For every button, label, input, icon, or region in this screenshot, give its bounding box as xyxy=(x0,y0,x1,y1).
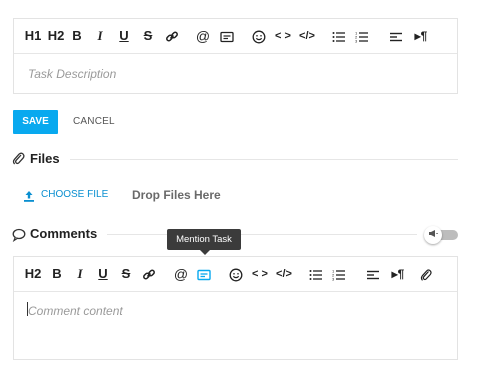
align-icon[interactable] xyxy=(365,257,381,291)
svg-text:3: 3 xyxy=(332,276,335,281)
attachment-icon[interactable] xyxy=(418,257,434,291)
bullet-list-icon[interactable] xyxy=(331,19,347,53)
paragraph-direction-icon[interactable]: ▸¶ xyxy=(388,257,408,291)
code-block-icon[interactable]: </> xyxy=(275,257,293,291)
cancel-button[interactable]: CANCEL xyxy=(73,116,115,127)
choose-file-button[interactable]: CHOOSE FILE xyxy=(41,189,108,200)
save-button[interactable]: SAVE xyxy=(13,110,58,134)
comments-title: Comments xyxy=(30,226,98,241)
strikethrough-button[interactable]: S xyxy=(119,257,133,291)
mention-task-icon[interactable] xyxy=(196,257,212,291)
mention-task-tooltip: Mention Task xyxy=(167,229,241,255)
text-caret xyxy=(27,302,28,316)
underline-button[interactable]: U xyxy=(96,257,110,291)
bullet-list-icon[interactable] xyxy=(308,257,324,291)
task-editor-toolbar: H1 H2 B I U S @ < > </> 123 ▸¶ xyxy=(14,19,457,54)
comment-placeholder[interactable]: Comment content xyxy=(28,304,123,318)
drop-files-area[interactable]: Drop Files Here xyxy=(132,188,221,202)
align-icon[interactable] xyxy=(388,19,404,53)
files-title: Files xyxy=(30,151,60,166)
comment-editor-toolbar: H2 B I U S @ < > </> 123 ▸¶ xyxy=(14,257,457,292)
code-inline-icon[interactable]: < > xyxy=(252,257,268,291)
heading2-button[interactable]: H2 xyxy=(47,19,65,53)
svg-text:3: 3 xyxy=(355,38,358,43)
link-icon[interactable] xyxy=(164,19,180,53)
bold-button[interactable]: B xyxy=(50,257,64,291)
comments-divider xyxy=(107,234,417,235)
emoji-icon[interactable] xyxy=(228,257,244,291)
paperclip-icon xyxy=(12,151,25,171)
task-description-editor: H1 H2 B I U S @ < > </> 123 ▸¶ Task Desc… xyxy=(13,18,458,94)
emoji-icon[interactable] xyxy=(251,19,267,53)
mention-icon[interactable]: @ xyxy=(173,257,189,291)
italic-button[interactable]: I xyxy=(73,257,87,291)
paragraph-direction-icon[interactable]: ▸¶ xyxy=(411,19,431,53)
heading2-button[interactable]: H2 xyxy=(24,257,42,291)
underline-button[interactable]: U xyxy=(117,19,131,53)
embed-icon[interactable] xyxy=(219,19,235,53)
code-inline-icon[interactable]: < > xyxy=(275,19,291,53)
link-icon[interactable] xyxy=(141,257,157,291)
numbered-list-icon[interactable]: 123 xyxy=(354,19,370,53)
comment-editor: H2 B I U S @ < > </> 123 ▸¶ Comment cont… xyxy=(13,256,458,360)
strikethrough-button[interactable]: S xyxy=(141,19,155,53)
numbered-list-icon[interactable]: 123 xyxy=(331,257,347,291)
bold-button[interactable]: B xyxy=(70,19,84,53)
upload-icon[interactable] xyxy=(23,189,35,207)
mention-icon[interactable]: @ xyxy=(195,19,211,53)
code-block-icon[interactable]: </> xyxy=(298,19,316,53)
heading1-button[interactable]: H1 xyxy=(24,19,42,53)
task-description-placeholder[interactable]: Task Description xyxy=(28,67,116,81)
megaphone-icon[interactable] xyxy=(424,226,442,244)
files-divider xyxy=(70,159,458,160)
italic-button[interactable]: I xyxy=(93,19,107,53)
comment-bubble-icon xyxy=(12,228,26,247)
